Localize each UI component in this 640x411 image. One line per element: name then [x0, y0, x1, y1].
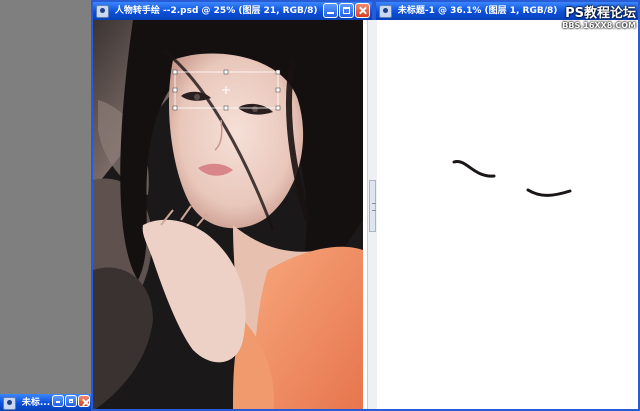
secondary-document-window: 未标题-1 @ 36.1% (图层 1, RGB/8) [367, 0, 640, 411]
main-document-window: 人物转手绘 --2.psd @ 25% (图层 21, RGB/8) [91, 0, 374, 411]
restore-button[interactable] [52, 395, 64, 407]
eyebrow-stroke-left [452, 160, 496, 178]
portrait-photo [93, 20, 363, 409]
watermark: PS教程论坛 BBS.16XX8.COM [562, 2, 636, 30]
document-canvas[interactable] [93, 20, 363, 409]
close-button[interactable] [78, 395, 90, 407]
minimized-document-window[interactable]: 未标... [0, 394, 92, 411]
close-button[interactable] [355, 3, 370, 18]
maximize-button[interactable] [339, 3, 354, 18]
watermark-url: BBS.16XX8.COM [562, 21, 636, 30]
minimize-button[interactable] [323, 3, 338, 18]
minimized-window-titlebar[interactable]: 未标... [0, 394, 92, 411]
secondary-window-title: 未标题-1 @ 36.1% (图层 1, RGB/8) [397, 6, 558, 16]
photoshop-doc-icon [3, 397, 16, 410]
photoshop-doc-icon [96, 5, 109, 18]
photoshop-doc-icon [379, 5, 392, 18]
scrollbar-thumb[interactable] [369, 180, 376, 232]
eyebrow-strokes-canvas[interactable] [376, 20, 638, 411]
eyebrow-stroke-right [526, 188, 572, 197]
minimized-window-title: 未标... [21, 398, 51, 408]
main-window-title: 人物转手绘 --2.psd @ 25% (图层 21, RGB/8) [114, 6, 318, 16]
main-window-titlebar[interactable]: 人物转手绘 --2.psd @ 25% (图层 21, RGB/8) [93, 2, 372, 20]
maximize-button[interactable] [65, 395, 77, 407]
watermark-title: PS教程论坛 [565, 6, 636, 21]
